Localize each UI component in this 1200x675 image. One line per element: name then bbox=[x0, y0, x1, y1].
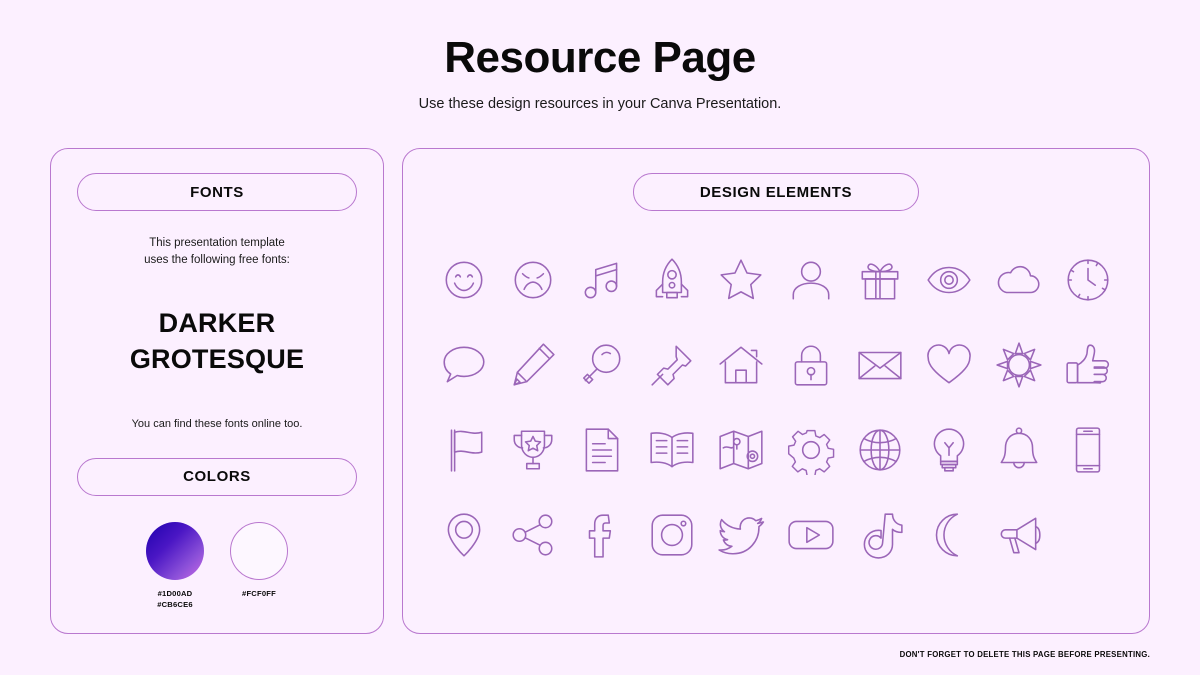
lightbulb-icon[interactable] bbox=[924, 425, 974, 475]
font-name-display: DARKER GROTESQUE bbox=[129, 308, 305, 374]
design-elements-panel: DESIGN ELEMENTS bbox=[402, 148, 1150, 634]
megaphone-icon[interactable] bbox=[994, 510, 1044, 560]
cloud-icon[interactable] bbox=[994, 255, 1044, 305]
page-subtitle: Use these design resources in your Canva… bbox=[418, 96, 782, 112]
fonts-panel: FONTS This presentation template uses the… bbox=[50, 148, 384, 634]
swatch-item: #FCF0FF bbox=[224, 521, 294, 610]
facebook-icon[interactable] bbox=[577, 510, 627, 560]
moon-icon[interactable] bbox=[924, 510, 974, 560]
background-swatch-label: #FCF0FF bbox=[242, 588, 276, 598]
heart-icon[interactable] bbox=[924, 340, 974, 390]
lock-icon[interactable] bbox=[786, 340, 836, 390]
globe-icon[interactable] bbox=[855, 425, 905, 475]
map-icon[interactable] bbox=[716, 425, 766, 475]
location-pin-icon[interactable] bbox=[439, 510, 489, 560]
youtube-icon[interactable] bbox=[786, 510, 836, 560]
gift-icon[interactable] bbox=[855, 255, 905, 305]
bell-icon[interactable] bbox=[994, 425, 1044, 475]
design-elements-heading: DESIGN ELEMENTS bbox=[633, 173, 919, 211]
colors-heading: COLORS bbox=[77, 457, 357, 496]
share-icon[interactable] bbox=[508, 510, 558, 560]
icon-grid bbox=[429, 237, 1123, 577]
delete-page-reminder: DON'T FORGET TO DELETE THIS PAGE BEFORE … bbox=[899, 650, 1150, 659]
pencil-icon[interactable] bbox=[508, 340, 558, 390]
fonts-heading: FONTS bbox=[77, 173, 357, 211]
page-title: Resource Page bbox=[444, 33, 756, 82]
gear-icon[interactable] bbox=[786, 425, 836, 475]
book-icon[interactable] bbox=[647, 425, 697, 475]
color-swatches: #1D00AD #CB6CE6 #FCF0FF bbox=[51, 521, 383, 610]
trophy-icon[interactable] bbox=[508, 425, 558, 475]
sun-icon[interactable] bbox=[994, 340, 1044, 390]
envelope-icon[interactable] bbox=[855, 340, 905, 390]
instagram-icon[interactable] bbox=[647, 510, 697, 560]
smiley-face-icon[interactable] bbox=[439, 255, 489, 305]
gradient-swatch bbox=[146, 521, 204, 580]
clock-icon[interactable] bbox=[1063, 255, 1113, 305]
twitter-icon[interactable] bbox=[716, 510, 766, 560]
swatch-item: #1D00AD #CB6CE6 bbox=[140, 521, 210, 610]
thumbs-up-icon[interactable] bbox=[1063, 340, 1113, 390]
document-icon[interactable] bbox=[577, 425, 627, 475]
music-note-icon[interactable] bbox=[577, 255, 627, 305]
flag-icon[interactable] bbox=[439, 425, 489, 475]
page-header: Resource Page Use these design resources… bbox=[0, 0, 1200, 113]
fonts-online-note: You can find these fonts online too. bbox=[131, 417, 303, 430]
tiktok-icon[interactable] bbox=[855, 510, 905, 560]
house-icon[interactable] bbox=[716, 340, 766, 390]
background-swatch bbox=[230, 521, 288, 580]
panels-container: FONTS This presentation template uses the… bbox=[50, 148, 1150, 634]
pushpin-icon[interactable] bbox=[647, 340, 697, 390]
phone-icon[interactable] bbox=[1063, 425, 1113, 475]
eye-icon[interactable] bbox=[924, 255, 974, 305]
person-icon[interactable] bbox=[786, 255, 836, 305]
magnifier-icon[interactable] bbox=[577, 340, 627, 390]
fonts-description: This presentation template uses the follo… bbox=[144, 237, 290, 266]
gradient-swatch-label: #1D00AD #CB6CE6 bbox=[157, 588, 193, 609]
sad-face-icon[interactable] bbox=[508, 255, 558, 305]
star-icon[interactable] bbox=[716, 255, 766, 305]
rocket-icon[interactable] bbox=[647, 255, 697, 305]
speech-bubble-icon[interactable] bbox=[439, 340, 489, 390]
